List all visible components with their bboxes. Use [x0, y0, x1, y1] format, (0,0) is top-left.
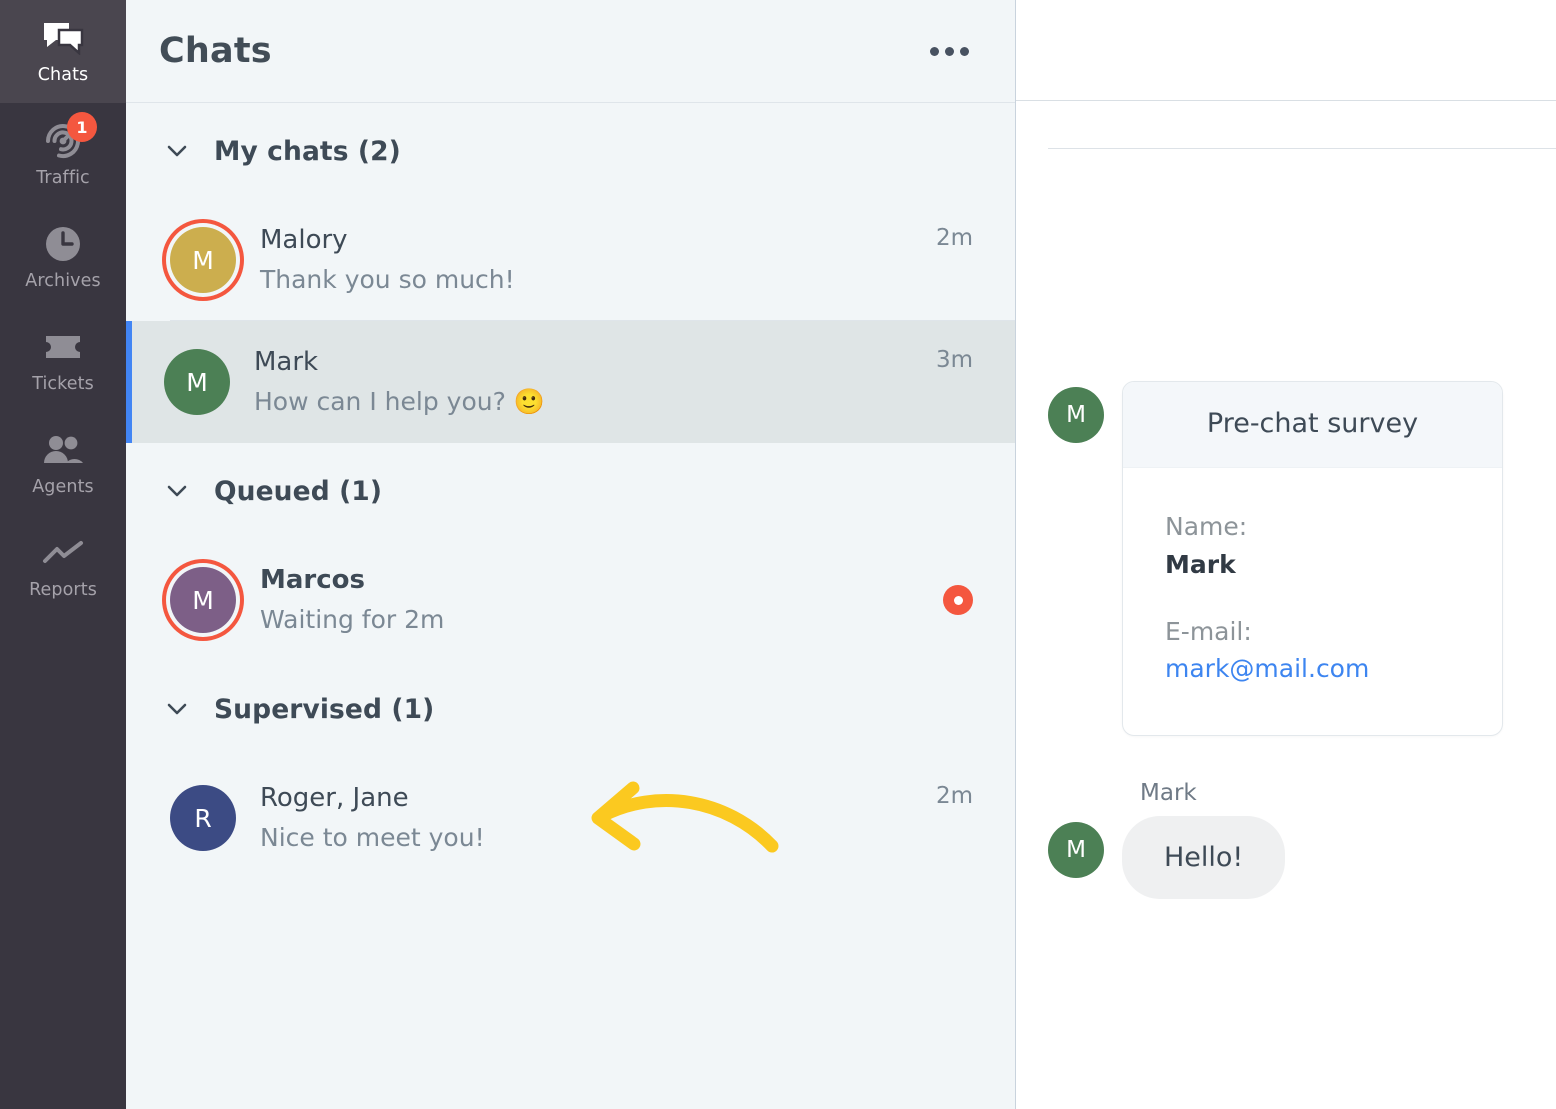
people-icon [41, 430, 85, 470]
message-row: M Hello! [1048, 816, 1503, 899]
avatar: M [170, 227, 236, 293]
traffic-radar-icon: 1 [41, 121, 85, 161]
chat-item-preview-text: Waiting for 2m [260, 603, 444, 636]
dot [945, 47, 954, 56]
avatar-initial: R [194, 804, 211, 833]
conversation-panel: M Pre-chat survey Name: Mark E-mail: mar… [1016, 0, 1556, 1109]
avatar: M [1048, 822, 1104, 878]
avatar-initial: M [1066, 837, 1086, 863]
dot [960, 47, 969, 56]
section-title: Supervised (1) [214, 694, 434, 725]
chevron-down-icon [164, 138, 190, 164]
chat-list-panel: Chats My chats (2) M Malory Thank you so… [126, 0, 1016, 1109]
unread-indicator [943, 585, 973, 615]
avatar: R [170, 785, 236, 851]
survey-field-label-name: Name: [1165, 508, 1460, 546]
nav-item-traffic[interactable]: 1 Traffic [0, 103, 126, 206]
line-chart-icon [41, 533, 85, 573]
nav-label-traffic: Traffic [36, 170, 90, 188]
chat-item-name: Marcos [260, 564, 919, 597]
more-options-button[interactable] [926, 37, 973, 66]
nav-label-chats: Chats [38, 67, 89, 85]
nav-item-tickets[interactable]: Tickets [0, 309, 126, 412]
chat-list-item-marcos[interactable]: M Marcos Waiting for 2m [126, 539, 1015, 661]
chats-icon [41, 18, 85, 58]
chat-item-body: Mark How can I help you? 🙂 [254, 346, 912, 419]
chat-item-preview: Waiting for 2m [260, 603, 919, 636]
page-title: Chats [159, 31, 272, 71]
pre-chat-survey-card: Pre-chat survey Name: Mark E-mail: mark@… [1122, 381, 1503, 736]
section-title: Queued (1) [214, 476, 382, 507]
chevron-down-icon [164, 696, 190, 722]
chat-list-header: Chats [126, 0, 1015, 103]
incoming-message-group: Mark M Hello! [1048, 780, 1503, 899]
chevron-down-icon [164, 478, 190, 504]
avatar: M [164, 349, 230, 415]
nav-label-archives: Archives [25, 273, 100, 291]
dot [930, 47, 939, 56]
avatar-initial: M [1066, 402, 1086, 428]
survey-field-value-name: Mark [1165, 550, 1460, 579]
nav-item-agents[interactable]: Agents [0, 412, 126, 515]
slightly-smiling-face-emoji: 🙂 [514, 389, 545, 414]
survey-field-label-email: E-mail: [1165, 613, 1460, 651]
survey-field-value-email[interactable]: mark@mail.com [1165, 654, 1460, 683]
avatar-initial: M [186, 368, 208, 397]
spacer [1165, 579, 1460, 613]
section-header-queued[interactable]: Queued (1) [126, 443, 1015, 539]
nav-item-chats[interactable]: Chats [0, 0, 126, 103]
conversation-header [1016, 0, 1556, 101]
chat-item-preview-text: Nice to meet you! [260, 821, 485, 854]
chat-item-preview: How can I help you? 🙂 [254, 385, 912, 418]
section-title: My chats (2) [214, 136, 401, 167]
chat-item-body: Roger, Jane Nice to meet you! [260, 782, 912, 855]
chat-item-preview-text: How can I help you? [254, 385, 506, 418]
pre-chat-survey-message: M Pre-chat survey Name: Mark E-mail: mar… [1048, 381, 1503, 736]
chat-item-time: 2m [936, 783, 973, 809]
chat-console-app: Chats 1 Traffic Archives [0, 0, 1556, 1109]
chat-item-name: Mark [254, 346, 912, 379]
conversation-message-list: M Pre-chat survey Name: Mark E-mail: mar… [1016, 149, 1556, 1109]
avatar: M [1048, 387, 1104, 443]
nav-label-agents: Agents [32, 479, 94, 497]
chat-item-name: Malory [260, 224, 912, 257]
chat-list-item-malory[interactable]: M Malory Thank you so much! 2m [126, 199, 1015, 321]
nav-item-reports[interactable]: Reports [0, 515, 126, 618]
chat-item-name: Roger, Jane [260, 782, 912, 815]
ticket-icon [41, 327, 85, 367]
pre-chat-survey-body: Name: Mark E-mail: mark@mail.com [1123, 468, 1502, 735]
chat-item-time: 3m [936, 347, 973, 373]
spacer [1048, 736, 1503, 780]
unread-indicator-center [954, 596, 963, 605]
traffic-badge: 1 [67, 112, 97, 142]
avatar: M [170, 567, 236, 633]
conversation-subbar [1016, 101, 1556, 149]
avatar-initial: M [192, 586, 214, 615]
chat-item-body: Malory Thank you so much! [260, 224, 912, 297]
chat-list-item-roger-jane[interactable]: R Roger, Jane Nice to meet you! 2m [126, 757, 1015, 879]
nav-item-archives[interactable]: Archives [0, 206, 126, 309]
nav-label-tickets: Tickets [32, 376, 94, 394]
chat-item-preview-text: Thank you so much! [260, 263, 515, 296]
nav-label-reports: Reports [29, 582, 97, 600]
chat-item-time: 2m [936, 225, 973, 251]
chat-item-preview: Nice to meet you! [260, 821, 912, 854]
message-sender-name: Mark [1140, 780, 1503, 806]
chat-list-item-mark[interactable]: M Mark How can I help you? 🙂 3m [126, 321, 1015, 443]
avatar-initial: M [192, 246, 214, 275]
message-bubble: Hello! [1122, 816, 1285, 899]
section-header-supervised[interactable]: Supervised (1) [126, 661, 1015, 757]
pre-chat-survey-title: Pre-chat survey [1123, 382, 1502, 468]
chat-item-preview: Thank you so much! [260, 263, 912, 296]
clock-icon [41, 224, 85, 264]
primary-nav-rail: Chats 1 Traffic Archives [0, 0, 126, 1109]
chat-item-body: Marcos Waiting for 2m [260, 564, 919, 637]
section-header-my-chats[interactable]: My chats (2) [126, 103, 1015, 199]
